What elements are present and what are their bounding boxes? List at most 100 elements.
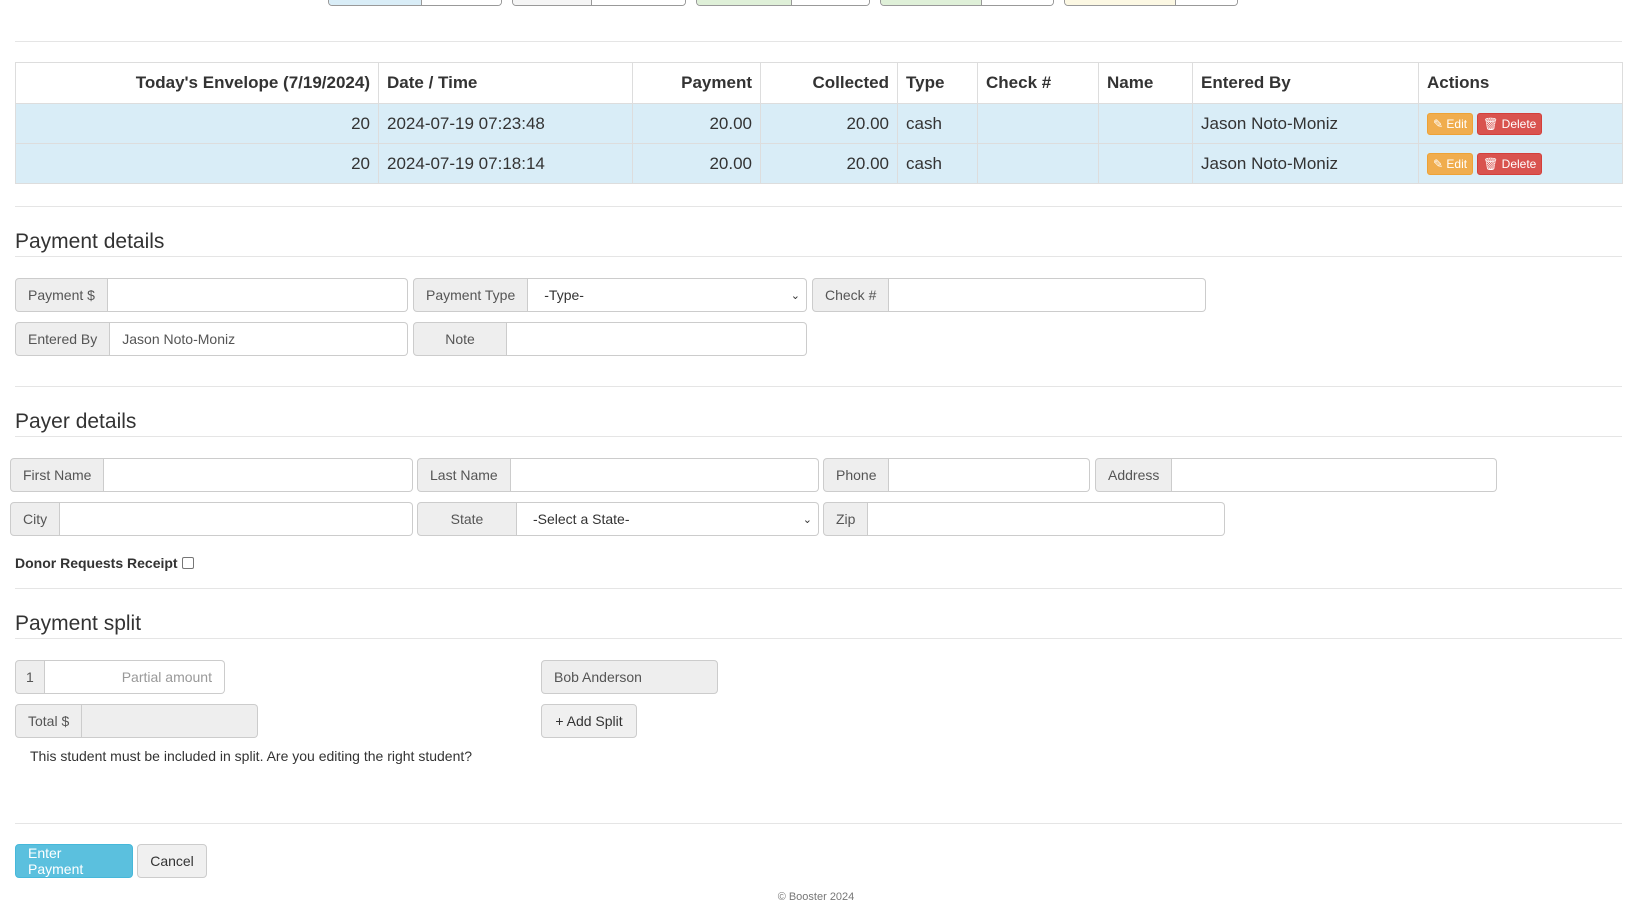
- cell-payment: 20.00: [632, 143, 761, 184]
- chevron-down-icon: ⌄: [802, 513, 812, 526]
- phone-group: Phone: [823, 458, 1090, 492]
- state-group: State -Select a State- ⌄: [417, 502, 819, 536]
- col-header-datetime: Date / Time: [378, 62, 633, 104]
- first-name-group: First Name: [10, 458, 413, 492]
- cell-entered-by: Jason Noto-Moniz: [1192, 103, 1419, 144]
- cell-check: [977, 143, 1099, 184]
- split-total-input: [82, 704, 258, 738]
- address-group: Address: [1095, 458, 1497, 492]
- check-number-input[interactable]: [889, 278, 1206, 312]
- payment-type-group: Payment Type -Type- ⌄: [413, 278, 807, 312]
- cell-envelope: 20: [15, 143, 379, 184]
- phone-label: Phone: [823, 458, 890, 492]
- payment-amount-label: Payment $: [15, 278, 108, 312]
- top-button-3[interactable]: [696, 0, 870, 6]
- cell-name: [1098, 103, 1193, 144]
- receipt-checkbox[interactable]: [181, 557, 194, 569]
- city-group: City: [10, 502, 413, 536]
- col-header-envelope: Today's Envelope (7/19/2024): [15, 62, 379, 104]
- note-group: Note: [413, 322, 807, 356]
- payment-type-select[interactable]: -Type- ⌄: [528, 278, 807, 312]
- phone-input[interactable]: [889, 458, 1090, 492]
- payment-details-title: Payment details: [15, 230, 165, 253]
- payment-amount-input[interactable]: [107, 278, 408, 312]
- col-header-actions: Actions: [1418, 62, 1623, 104]
- cancel-button[interactable]: Cancel: [137, 844, 207, 878]
- note-input[interactable]: [507, 322, 807, 356]
- last-name-group: Last Name: [417, 458, 819, 492]
- zip-label: Zip: [823, 502, 869, 536]
- pencil-icon: ✎: [1433, 116, 1444, 131]
- partial-amount-input[interactable]: Partial amount: [44, 660, 225, 694]
- check-number-group: Check #: [812, 278, 1206, 312]
- delete-button[interactable]: 🗑 Delete: [1477, 152, 1543, 175]
- divider: [15, 588, 1622, 589]
- cell-datetime: 2024-07-19 07:18:14: [378, 143, 633, 184]
- cell-payment: 20.00: [632, 103, 761, 144]
- top-button-bar: [0, 0, 1632, 6]
- last-name-label: Last Name: [417, 458, 511, 492]
- payment-amount-group: Payment $: [15, 278, 408, 312]
- top-button-4[interactable]: [880, 0, 1054, 6]
- col-header-payment: Payment: [632, 62, 761, 104]
- cell-entered-by: Jason Noto-Moniz: [1192, 143, 1419, 184]
- table-row: 20 2024-07-19 07:18:14 20.00 20.00 cash …: [15, 143, 1623, 184]
- delete-label: Delete: [1501, 116, 1537, 131]
- edit-button[interactable]: ✎ Edit: [1427, 152, 1474, 175]
- address-input[interactable]: [1172, 458, 1497, 492]
- check-number-label: Check #: [812, 278, 890, 312]
- col-header-type: Type: [897, 62, 978, 104]
- split-total-group: Total $: [15, 704, 258, 738]
- col-header-entered-by: Entered By: [1192, 62, 1419, 104]
- divider: [15, 206, 1622, 207]
- edit-button[interactable]: ✎ Edit: [1427, 112, 1474, 135]
- delete-label: Delete: [1501, 156, 1537, 171]
- cell-actions: ✎ Edit 🗑 Delete: [1418, 143, 1623, 184]
- divider: [15, 386, 1622, 387]
- address-label: Address: [1095, 458, 1173, 492]
- top-button-2[interactable]: [512, 0, 686, 6]
- trash-icon: 🗑: [1483, 116, 1499, 131]
- cell-collected: 20.00: [760, 103, 898, 144]
- cell-type: cash: [897, 143, 978, 184]
- city-label: City: [10, 502, 61, 536]
- cell-name: [1098, 143, 1193, 184]
- top-button-5[interactable]: [1064, 0, 1238, 6]
- col-header-collected: Collected: [760, 62, 898, 104]
- add-split-button[interactable]: + Add Split: [541, 704, 637, 738]
- divider: [15, 41, 1622, 42]
- top-button-1[interactable]: [328, 0, 502, 6]
- first-name-input[interactable]: [104, 458, 413, 492]
- col-header-check: Check #: [977, 62, 1099, 104]
- edit-label: Edit: [1446, 156, 1468, 171]
- payer-details-title: Payer details: [15, 410, 137, 433]
- split-warning-text: This student must be included in split. …: [30, 748, 473, 764]
- last-name-input[interactable]: [510, 458, 819, 492]
- divider: [15, 823, 1622, 824]
- receipt-checkbox-label[interactable]: Donor Requests Receipt: [15, 555, 194, 571]
- cell-collected: 20.00: [760, 143, 898, 184]
- table-header-row: Today's Envelope (7/19/2024) Date / Time…: [15, 62, 1623, 104]
- zip-input[interactable]: [868, 502, 1225, 536]
- payment-type-value: -Type-: [544, 287, 584, 303]
- cell-check: [977, 103, 1099, 144]
- state-select[interactable]: -Select a State- ⌄: [517, 502, 819, 536]
- payment-split-title: Payment split: [15, 612, 142, 635]
- divider: [15, 638, 1622, 639]
- state-value: -Select a State-: [533, 511, 630, 527]
- state-label: State: [417, 502, 517, 536]
- enter-payment-button[interactable]: Enter Payment: [15, 844, 133, 878]
- chevron-down-icon: ⌄: [790, 289, 800, 302]
- split-student-name: Bob Anderson: [541, 660, 718, 694]
- delete-button[interactable]: 🗑 Delete: [1477, 112, 1543, 135]
- split-total-label: Total $: [15, 704, 83, 738]
- cell-envelope: 20: [15, 103, 379, 144]
- divider: [15, 436, 1622, 437]
- envelope-table: Today's Envelope (7/19/2024) Date / Time…: [15, 62, 1623, 184]
- zip-group: Zip: [823, 502, 1225, 536]
- trash-icon: 🗑: [1483, 156, 1499, 171]
- entered-by-input[interactable]: Jason Noto-Moniz: [110, 322, 408, 356]
- city-input[interactable]: [60, 502, 413, 536]
- cell-actions: ✎ Edit 🗑 Delete: [1418, 103, 1623, 144]
- entered-by-group: Entered By Jason Noto-Moniz: [15, 322, 408, 356]
